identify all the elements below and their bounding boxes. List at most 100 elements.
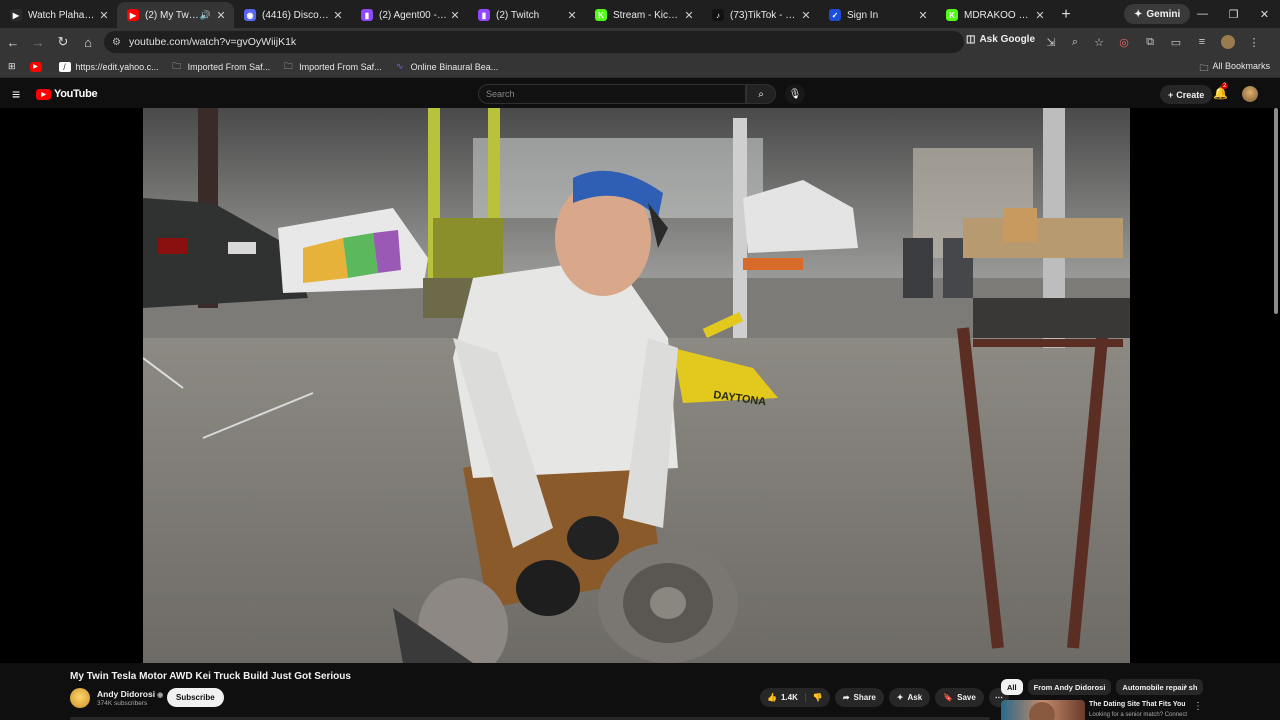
home-icon[interactable]: ⌂: [76, 30, 100, 54]
ask-google-button[interactable]: ◫ Ask Google: [966, 34, 1035, 45]
kick-icon: K: [595, 9, 607, 21]
bookmark-item[interactable]: 🗀 Imported From Saf...: [171, 60, 270, 72]
twitch-icon: ▮: [478, 9, 490, 21]
bookmark-item[interactable]: 🗀 Imported From Saf...: [282, 61, 382, 72]
new-tab-button[interactable]: +: [1053, 2, 1079, 28]
search-placeholder: Search: [486, 89, 515, 99]
all-bookmarks-label: All Bookmarks: [1212, 61, 1270, 71]
save-button[interactable]: 🔖 Save: [935, 688, 984, 707]
tab-title: (2) Twitch: [496, 9, 540, 21]
close-tab-icon[interactable]: ✕: [1033, 9, 1047, 22]
close-tab-icon[interactable]: ✕: [799, 9, 813, 22]
search-button[interactable]: ⌕: [746, 84, 776, 104]
browser-tab[interactable]: K Stream - Kick Dashb✕: [585, 2, 702, 28]
channel-avatar[interactable]: [70, 688, 90, 708]
browser-tab[interactable]: ▮ (2) Twitch ✕: [468, 2, 585, 28]
video-player[interactable]: DAYTONA: [0, 108, 1280, 663]
youtube-logo[interactable]: ▶ YouTube: [36, 88, 98, 100]
lens-icon: ◫: [966, 34, 976, 45]
tab-title: (4416) Discord | #: [262, 9, 331, 21]
browser-tab[interactable]: ▮ (2) Agent00 - Twitch✕: [351, 2, 468, 28]
address-bar[interactable]: ⚙ youtube.com/watch?v=gvOyWiijK1k: [104, 31, 964, 53]
close-tab-icon[interactable]: ✕: [214, 9, 228, 22]
video-actions: 👍 1.4K 👎 ➦ Share ✦ Ask 🔖 Save ⋯: [760, 688, 1009, 707]
recommendation-thumbnail[interactable]: [1001, 700, 1085, 720]
account-avatar[interactable]: [1242, 86, 1258, 102]
bookmark-item[interactable]: ∿ Online Binaural Bea...: [394, 61, 498, 72]
tab-title: (73)TikTok - Make Yo: [730, 9, 799, 21]
bookmark-icon: 🔖: [943, 693, 954, 702]
minimize-icon[interactable]: —: [1187, 4, 1218, 24]
like-button[interactable]: 👍 1.4K: [760, 693, 806, 702]
back-icon[interactable]: ←: [1, 30, 25, 54]
recommendation-chips: All From Andy Didorosi Automobile repair s…: [1001, 679, 1204, 695]
speaker-icon[interactable]: 🔊: [200, 10, 211, 21]
restore-icon[interactable]: ❐: [1218, 4, 1249, 24]
bookmark-label: Imported From Saf...: [299, 61, 382, 72]
share-button[interactable]: ➦ Share: [834, 688, 884, 707]
bookmark-item[interactable]: ▶: [29, 61, 47, 72]
close-tab-icon[interactable]: ✕: [682, 9, 696, 22]
verified-icon: ◉: [157, 692, 164, 699]
recommendation-more-icon[interactable]: ⋮: [1193, 701, 1203, 712]
close-tab-icon[interactable]: ✕: [97, 9, 111, 22]
ask-google-label: Ask Google: [979, 34, 1036, 45]
channel-name[interactable]: Andy Didorosi ◉: [97, 689, 163, 699]
media-queue-icon[interactable]: ≡: [1190, 32, 1214, 52]
apps-grid-icon[interactable]: ⊞: [8, 61, 16, 72]
create-label: Create: [1176, 89, 1205, 100]
browser-tab[interactable]: ▶ (2) My Twin Tesla🔊✕: [117, 2, 234, 28]
ask-label: Ask: [907, 693, 923, 702]
recommendation-subtitle: Looking for a senior match? Connect: [1089, 712, 1188, 718]
reload-icon[interactable]: ↻: [51, 30, 75, 54]
browser-tab[interactable]: ♪ (73)TikTok - Make Yo✕: [702, 2, 819, 28]
notifications-button[interactable]: 🔔 2: [1213, 83, 1229, 100]
filter-chip[interactable]: Automobile repair sh: [1116, 679, 1204, 695]
close-tab-icon[interactable]: ✕: [448, 9, 462, 22]
close-tab-icon[interactable]: ✕: [565, 9, 579, 22]
share-icon: ➦: [842, 693, 850, 702]
filter-chip[interactable]: From Andy Didorosi: [1027, 679, 1112, 695]
voice-search-button[interactable]: 🎙: [785, 84, 805, 104]
save-label: Save: [957, 693, 976, 702]
hamburger-menu-icon[interactable]: ≡: [12, 86, 20, 102]
search-input[interactable]: Search: [478, 84, 746, 104]
menu-kebab-icon[interactable]: ⋮: [1242, 32, 1266, 52]
recommendation-title[interactable]: The Dating Site That Fits You: [1089, 701, 1186, 708]
browser-tab[interactable]: ◉ (4416) Discord | #✕: [234, 2, 351, 28]
split-view-icon[interactable]: ▭: [1164, 32, 1188, 52]
like-count: 1.4K: [780, 693, 798, 702]
signin-icon: ✓: [829, 9, 841, 21]
forward-icon[interactable]: →: [26, 30, 50, 54]
close-tab-icon[interactable]: ✕: [331, 9, 345, 22]
discord-icon: ◉: [244, 9, 256, 21]
close-window-icon[interactable]: ✕: [1249, 4, 1280, 24]
bookmark-item[interactable]: / https://edit.yahoo.c...: [58, 61, 159, 72]
chrome-extension-icon[interactable]: ◎: [1112, 32, 1136, 52]
browser-tab[interactable]: K MDRAKOO Stream✕: [936, 2, 1053, 28]
video-frame[interactable]: DAYTONA: [143, 108, 1130, 663]
browser-tab[interactable]: ✓ Sign In ✕: [819, 2, 936, 28]
bookmark-label: https://edit.yahoo.c...: [75, 61, 159, 72]
profile-avatar[interactable]: [1216, 32, 1240, 52]
install-icon[interactable]: ⇲: [1040, 32, 1062, 52]
star-icon[interactable]: ☆: [1088, 32, 1110, 52]
youtube-icon: ▶: [29, 61, 42, 72]
folder-icon: 🗀: [172, 60, 182, 71]
chevron-right-icon[interactable]: ›: [1184, 681, 1187, 692]
page-scrollbar[interactable]: [1272, 108, 1280, 314]
create-button[interactable]: + Create: [1160, 85, 1213, 104]
zoom-icon[interactable]: ⌕: [1064, 32, 1086, 52]
extensions-icon[interactable]: ⧉: [1138, 32, 1162, 52]
scrollbar-thumb[interactable]: [1274, 108, 1278, 314]
filter-chip[interactable]: All: [1001, 679, 1023, 695]
youtube-logo-text: YouTube: [54, 88, 98, 100]
all-bookmarks[interactable]: 🗀 All Bookmarks: [1199, 61, 1270, 77]
gemini-button[interactable]: ✦ Gemini: [1124, 4, 1191, 24]
close-tab-icon[interactable]: ✕: [916, 9, 930, 22]
site-info-icon[interactable]: ⚙: [112, 37, 121, 48]
dislike-button[interactable]: 👎: [806, 693, 830, 702]
browser-tab[interactable]: ▶ Watch Plaha full HD✕: [0, 2, 117, 28]
subscribe-button[interactable]: Subscribe: [167, 688, 224, 707]
ask-button[interactable]: ✦ Ask: [888, 688, 931, 707]
